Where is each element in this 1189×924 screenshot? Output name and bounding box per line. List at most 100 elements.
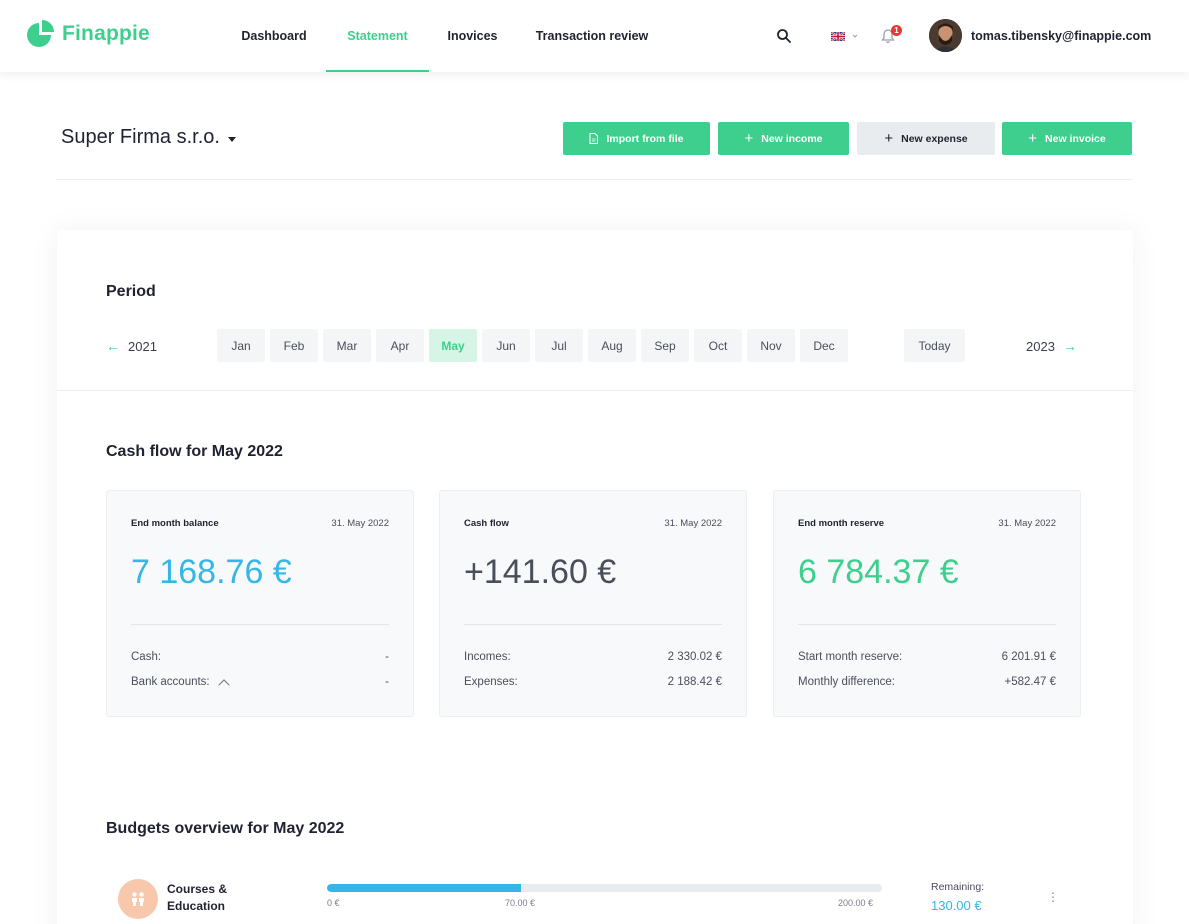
month-apr[interactable]: Apr <box>376 329 424 362</box>
import-from-file-button[interactable]: Import from file <box>563 122 710 155</box>
kpi-row-value: - <box>385 676 389 688</box>
company-name: Super Firma s.r.o. <box>61 126 220 148</box>
new-income-label: New income <box>761 132 823 145</box>
caret-down-icon <box>227 136 236 142</box>
notification-badge: 1 <box>891 25 902 36</box>
kpi-divider <box>131 624 389 625</box>
month-nov[interactable]: Nov <box>747 329 795 362</box>
nav-transaction-review[interactable]: Transaction review <box>528 0 656 72</box>
previous-year-label: 2021 <box>128 338 157 354</box>
kpi-label: Cash flow <box>464 518 509 529</box>
month-jan[interactable]: Jan <box>217 329 265 362</box>
file-icon <box>589 133 599 144</box>
header-divider <box>56 179 1133 180</box>
month-jul[interactable]: Jul <box>535 329 583 362</box>
kpi-row-value: 6 201.91 € <box>1001 651 1056 663</box>
app-name: Finappie <box>62 22 150 45</box>
new-income-button[interactable]: + New income <box>718 122 849 155</box>
nav-statement[interactable]: Statement <box>326 0 429 72</box>
budget-remaining-label: Remaining: <box>931 881 985 893</box>
kpi-row-value: 2 330.02 € <box>667 651 722 663</box>
kpi-date: 31. May 2022 <box>664 518 722 529</box>
kpi-row-expenses: Expenses: 2 188.42 € <box>464 676 722 688</box>
next-year-button[interactable]: 2023 → <box>1026 338 1077 354</box>
plus-icon: + <box>884 130 894 147</box>
previous-year-button[interactable]: ← 2021 <box>106 338 157 354</box>
plus-icon: + <box>1028 130 1038 147</box>
month-feb[interactable]: Feb <box>270 329 318 362</box>
kpi-row-label: Incomes: <box>464 651 511 663</box>
arrow-left-icon: ← <box>106 338 120 354</box>
kpi-row-value: +582.47 € <box>1004 676 1056 688</box>
budget-progress-fill <box>327 884 522 892</box>
kpi-date: 31. May 2022 <box>331 518 389 529</box>
month-sep[interactable]: Sep <box>641 329 689 362</box>
period-title: Period <box>106 283 156 300</box>
month-selector: Jan Feb Mar Apr May Jun Jul Aug Sep Oct … <box>217 329 848 362</box>
budget-tick-min: 0 € <box>327 898 340 908</box>
month-dec[interactable]: Dec <box>800 329 848 362</box>
statement-card: Period ← 2021 Jan Feb Mar Apr May Jun Ju… <box>57 230 1133 924</box>
top-navigation-bar: Finappie Dashboard Statement Inovices Tr… <box>0 0 1189 72</box>
budget-remaining-value: 130.00 € <box>931 898 982 913</box>
nav-dashboard[interactable]: Dashboard <box>234 0 314 72</box>
kpi-row-label: Cash: <box>131 651 162 663</box>
uk-flag-icon <box>831 31 845 41</box>
new-expense-button[interactable]: + New expense <box>857 122 995 155</box>
end-month-balance-card: End month balance 31. May 2022 7 168.76 … <box>106 490 414 717</box>
month-aug[interactable]: Aug <box>588 329 636 362</box>
arrow-right-icon: → <box>1062 338 1077 354</box>
kpi-row-start-reserve: Start month reserve: 6 201.91 € <box>798 651 1056 663</box>
budgets-title: Budgets overview for May 2022 <box>106 820 345 837</box>
kpi-row-value: 2 188.42 € <box>667 676 722 688</box>
month-jun[interactable]: Jun <box>482 329 530 362</box>
app-logo[interactable]: Finappie <box>24 18 150 50</box>
kpi-row-label: Expenses: <box>464 676 518 688</box>
user-avatar-icon <box>929 19 962 52</box>
kpi-row-bank-accounts[interactable]: Bank accounts: - <box>131 676 389 688</box>
month-oct[interactable]: Oct <box>694 329 742 362</box>
kpi-label: End month reserve <box>798 518 885 529</box>
budget-name[interactable]: Courses & Education <box>167 881 257 915</box>
avatar[interactable] <box>929 19 962 52</box>
kpi-row-label: Bank accounts: <box>131 676 210 688</box>
search-icon <box>777 29 791 43</box>
kpi-row-value: - <box>385 651 389 663</box>
language-selector[interactable] <box>831 24 860 48</box>
budget-tick-spent: 70.00 € <box>505 898 536 908</box>
month-may[interactable]: May <box>429 329 477 362</box>
kpi-row-cash: Cash: - <box>131 651 389 663</box>
plus-icon: + <box>744 130 754 147</box>
company-selector[interactable]: Super Firma s.r.o. <box>61 126 236 149</box>
today-button[interactable]: Today <box>904 329 965 362</box>
next-year-label: 2023 <box>1026 338 1055 354</box>
kpi-date: 31. May 2022 <box>998 518 1056 529</box>
user-email[interactable]: tomas.tibensky@finappie.com <box>971 0 1151 72</box>
kpi-value: +141.60 € <box>464 553 617 591</box>
cashflow-title: Cash flow for May 2022 <box>106 443 283 460</box>
kpi-value: 6 784.37 € <box>798 553 959 591</box>
kpi-row-label: Start month reserve: <box>798 651 903 663</box>
end-month-reserve-card: End month reserve 31. May 2022 6 784.37 … <box>773 490 1081 717</box>
more-options-icon[interactable]: ⋮ <box>1047 890 1059 904</box>
budget-progress-bar <box>327 884 882 892</box>
kpi-row-incomes: Incomes: 2 330.02 € <box>464 651 722 663</box>
kpi-divider <box>798 624 1056 625</box>
import-from-file-label: Import from file <box>606 132 684 145</box>
budget-category-icon <box>118 879 158 919</box>
kpi-divider <box>464 624 722 625</box>
chevron-down-icon <box>852 34 858 38</box>
kpi-row-monthly-difference: Monthly difference: +582.47 € <box>798 676 1056 688</box>
cash-flow-card: Cash flow 31. May 2022 +141.60 € Incomes… <box>439 490 747 717</box>
period-divider <box>57 390 1133 391</box>
new-expense-label: New expense <box>901 132 968 145</box>
budget-tick-max: 200.00 € <box>838 898 874 908</box>
chevron-up-icon[interactable] <box>218 678 230 686</box>
search-button[interactable] <box>776 24 792 48</box>
finappie-logo-icon <box>27 20 54 47</box>
new-invoice-button[interactable]: + New invoice <box>1002 122 1132 155</box>
nav-invoices[interactable]: Inovices <box>441 0 504 72</box>
month-mar[interactable]: Mar <box>323 329 371 362</box>
kpi-label: End month balance <box>131 518 219 529</box>
new-invoice-label: New invoice <box>1045 132 1106 145</box>
